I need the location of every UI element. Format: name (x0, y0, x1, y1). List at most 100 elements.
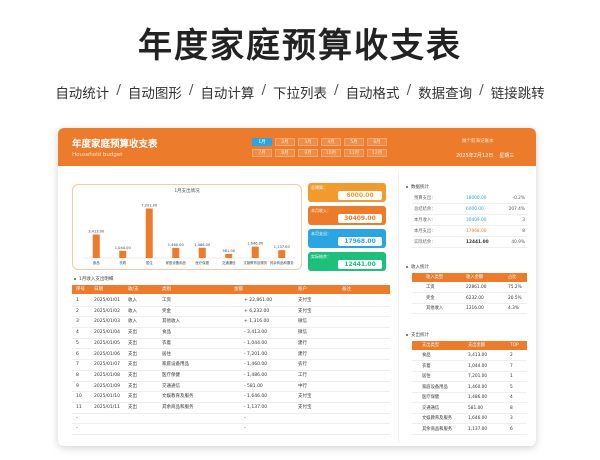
month-tab-7[interactable]: 7月 (252, 149, 272, 157)
table-cell-acct: 支付宝 (298, 308, 312, 314)
table-cell-acct: 工行 (298, 372, 307, 378)
table-cell-cat: 交通通信 (162, 383, 180, 389)
expense-cell-amt: 1,646.00 (468, 416, 488, 421)
expense-cell-amt: 1,044.00 (468, 363, 488, 369)
month-tab-11[interactable]: 11月 (344, 149, 364, 157)
expense-row: 衣着 1,044.00 7 (412, 362, 527, 372)
stat-change: 3 (522, 218, 525, 223)
table-header-cell: 备注 (342, 287, 351, 292)
table-row: 4 2025/01/04 支出 食品 - 3,413.00 微信 (72, 328, 390, 339)
table-row: 6 2025/01/06 支出 居住 - 7,201.00 建行 (72, 350, 390, 361)
month-tab-4[interactable]: 4月 (321, 138, 341, 146)
stat-label: 预算支出： (414, 196, 436, 201)
chart-category-label: 家庭设备用品 (166, 260, 187, 265)
expense-section-label: 支出统计 (406, 332, 429, 338)
chart-data-label: 1,044.00 (115, 246, 132, 250)
expense-row: 其余商品和服务 1,137.00 6 (412, 425, 527, 435)
chart-data-label: 1,486.00 (194, 243, 211, 247)
table-cell-no: 5 (76, 340, 79, 346)
chart-data-label: 581.00 (222, 249, 235, 253)
chart-category-label: 交通通信 (222, 260, 236, 265)
expense-cell-top: 6 (510, 426, 513, 432)
table-cell-no: 1 (76, 298, 79, 303)
table-cell-acct: 建行 (298, 340, 307, 346)
kpi-value: 6000.00 (338, 191, 382, 200)
table-cell-type: 支出 (128, 340, 137, 346)
table-row: 11 2025/01/11 支出 其余商品和服务 - 1,137.00 支付宝 (72, 403, 390, 414)
feature-separator: / (116, 82, 121, 98)
stat-label: 实际结余： (414, 240, 436, 245)
income-header-cell: 占比 (508, 275, 517, 280)
income-cell-amt: 22861.00 (466, 285, 487, 290)
income-cell-type: 工资 (426, 285, 435, 290)
table-cell-amt: - 1,137.00 (244, 405, 268, 410)
month-tab-6[interactable]: 6月 (367, 138, 387, 146)
month-tab-5[interactable]: 5月 (344, 138, 364, 146)
feature-separator: / (188, 82, 194, 98)
table-header-cell: 序号 (76, 287, 85, 292)
expense-cell-type: 居住 (422, 374, 431, 379)
month-tab-10[interactable]: 10月 (321, 149, 341, 157)
table-cell-date: 2025/01/10 (94, 394, 120, 400)
chart-bar (251, 246, 259, 258)
table-cell-cat: 其余商品和服务 (162, 405, 194, 410)
table-cell-no: 9 (76, 383, 79, 389)
chart-data-label: 7,201.00 (141, 203, 158, 207)
feature-list: 自动统计 / 自动图形 / 自动计算 / 下拉列表 / 自动格式 / 数据查询 / 链接跳转 (0, 82, 600, 102)
month-tab-12[interactable]: 12月 (367, 149, 387, 157)
table-cell-amt: - 1,646.00 (244, 394, 268, 400)
table-cell-date: 2025/01/11 (94, 405, 120, 410)
expense-cell-amt: 1,137.00 (468, 426, 488, 432)
kpi-card: 总预算： 6000.00 (308, 183, 386, 202)
income-cell-pct: 20.5% (508, 295, 522, 301)
expense-row: 医疗保健 1,486.00 4 (412, 393, 527, 403)
table-cell-cat: 奖金 (162, 308, 171, 314)
chart-bar (119, 250, 127, 258)
expense-cell-type: 医疗保健 (422, 395, 440, 400)
month-tab-3[interactable]: 3月 (298, 138, 318, 146)
detail-table-header: 序号 日期 收/支 类别 金额 账户 备注 (72, 285, 390, 294)
month-tab-8[interactable]: 8月 (275, 149, 295, 157)
table-row: -- (72, 414, 390, 425)
kpi-label: 总预算： (311, 185, 327, 190)
table-cell-acct: 支付宝 (298, 394, 312, 400)
stat-row: 本月支出： 17968.00 8 (412, 227, 527, 237)
table-cell-cat: 医疗保健 (162, 372, 180, 378)
month-selector: 1月 2月 3月 4月 5月 6月 7月 8月 9月 10月 11月 12月 (252, 138, 394, 157)
expense-cell-amt: 1,460.00 (468, 384, 488, 390)
table-cell-cat: 家庭设备用品 (162, 362, 189, 368)
kpi-label: 本月支出： (311, 231, 331, 236)
expense-cell-amt: 1,486.00 (468, 395, 488, 400)
budget-sheet: 年度家庭预算收支表 Household budget 1月 2月 3月 4月 5月 6月 7… (58, 128, 536, 446)
income-cell-type: 奖金 (426, 295, 435, 301)
chart-data-label: 1,646.00 (247, 242, 264, 246)
income-cell-type: 其他收入 (426, 306, 444, 311)
table-header-cell: 金额 (234, 287, 243, 292)
expense-row: 交通通信 581.00 8 (412, 404, 527, 414)
expense-cell-type: 文娱教育及服务 (422, 416, 453, 421)
expense-row: 家庭设备用品 1,460.00 5 (412, 383, 527, 393)
month-tab-9[interactable]: 9月 (298, 149, 318, 157)
table-cell-type: 支出 (128, 372, 137, 378)
month-tab-1[interactable]: 1月 (252, 138, 272, 146)
month-tab-2[interactable]: 2月 (275, 138, 295, 146)
table-cell-no: 4 (76, 330, 79, 336)
table-cell-date: 2025/01/04 (94, 330, 120, 336)
table-header-cell: 收/支 (128, 287, 139, 292)
stat-label: 总结结余： (414, 207, 436, 212)
chart-bar (145, 208, 153, 258)
table-cell-cat: 其他收入 (162, 319, 180, 325)
table-cell-amt: + 22,861.00 (244, 298, 273, 303)
chart-category-label: 衣着 (119, 260, 126, 265)
stats-section-label: 数据统计 (406, 184, 429, 190)
table-row: 5 2025/01/05 支出 衣着 - 1,044.00 建行 (72, 339, 390, 350)
table-cell-amt: - (244, 415, 246, 421)
sheet-subtitle: Household budget (72, 152, 123, 158)
table-header-cell: 日期 (94, 287, 103, 292)
expense-cell-top: 2 (510, 353, 513, 358)
date-text: 2025年2月12日 (456, 153, 494, 159)
table-cell-date: 2025/01/07 (94, 362, 120, 368)
stat-value: 18000.00 (466, 196, 487, 201)
feature-item: 自动图形 (127, 86, 182, 102)
stat-change: 40.9% (511, 240, 525, 245)
